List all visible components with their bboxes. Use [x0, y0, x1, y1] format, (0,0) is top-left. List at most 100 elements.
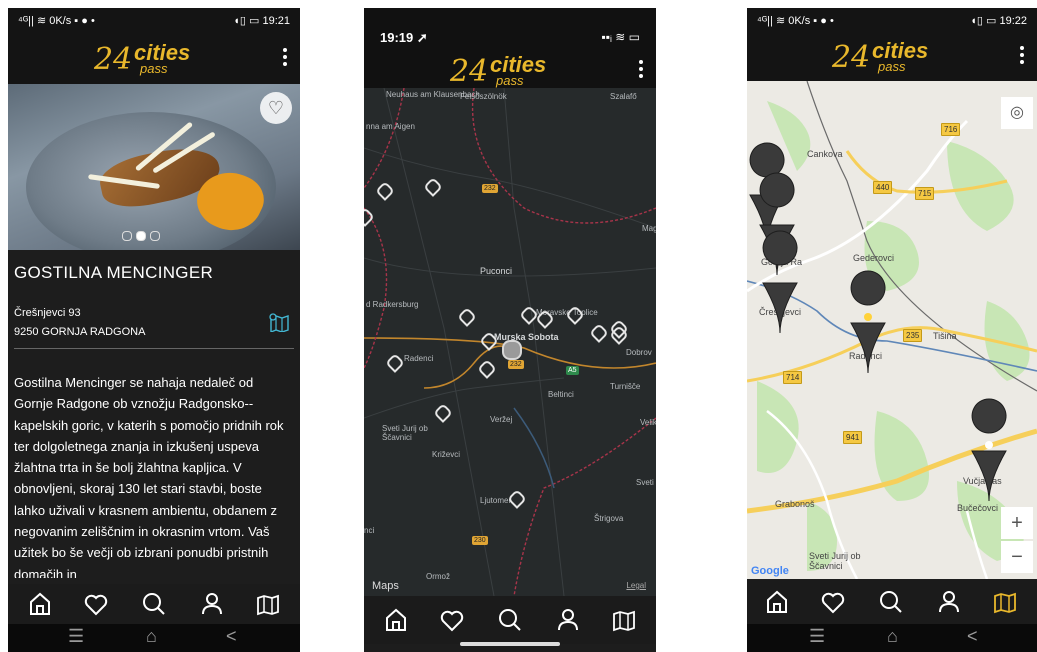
place-label: Dobrov [626, 348, 652, 357]
logo-24cities-pass[interactable]: 24 cities pass [832, 36, 952, 78]
app-bar: 24 cities pass [8, 32, 300, 84]
status-left: ⁴ᴳ|| ≋ 0K/s ▪ ● • [757, 15, 834, 27]
map-marker-pin [762, 230, 798, 334]
android-nav-bar: ☰ ⌂ < [747, 624, 1037, 652]
more-menu-icon[interactable] [638, 58, 644, 80]
logo-pass: pass [878, 59, 906, 74]
tab-map-icon[interactable] [248, 584, 288, 624]
logo-24cities-pass[interactable]: 24 cities pass [450, 50, 570, 92]
tab-search-icon[interactable] [490, 600, 530, 640]
tab-map-icon-active[interactable] [985, 582, 1025, 622]
tab-profile-icon[interactable] [929, 582, 969, 622]
place-label: Veržej [490, 415, 513, 424]
map-marker-pin [971, 398, 1007, 502]
logo-number: 24 [94, 42, 133, 77]
favorite-heart-icon[interactable]: ♡ [260, 92, 292, 124]
divider [14, 348, 294, 349]
status-left: ⁴ᴳ|| ≋ 0K/s ▪ ● • [18, 15, 95, 27]
place-label: Beltinci [548, 390, 574, 399]
place-label: Felsőszölnök [460, 92, 507, 101]
home-indicator[interactable] [460, 642, 560, 646]
logo-number: 24 [832, 40, 871, 75]
place-label: Štrigova [594, 514, 624, 523]
tab-home-icon[interactable] [20, 584, 60, 624]
address-street: Črešnjevci 93 [14, 307, 81, 319]
apple-maps-attribution: Maps [372, 580, 399, 592]
address-city: 9250 GORNJA RADGONA [14, 326, 146, 338]
status-bar: ⁴ᴳ|| ≋ 0K/s ▪ ● • ◖▯ ▭ 19:22 [747, 8, 1037, 32]
place-label: Velik [640, 418, 656, 427]
place-label: nci [364, 526, 375, 535]
place-label: nna am Aigen [366, 122, 415, 131]
status-right: ◖▯ ▭ 19:22 [970, 15, 1027, 27]
logo-24cities-pass[interactable]: 24 cities pass [94, 38, 214, 80]
legal-link[interactable]: Legal [626, 581, 646, 590]
place-label: Puconci [480, 266, 513, 276]
show-on-map-icon[interactable] [268, 312, 290, 332]
tab-favorites-icon[interactable] [813, 582, 853, 622]
place-label: Ljutomer [480, 496, 512, 505]
nav-back-button[interactable]: < [967, 626, 978, 647]
logo-pass: pass [140, 61, 168, 76]
logo-pass: pass [496, 73, 524, 88]
bottom-tab-bar [747, 580, 1037, 624]
place-label: Murska Sobota [494, 332, 559, 342]
tab-home-icon[interactable] [376, 600, 416, 640]
road-shield: 230 [472, 536, 488, 545]
map-view[interactable]: Neuhaus am Klausenbach Felsőszölnök Szal… [364, 88, 656, 596]
restaurant-title: GOSTILNA MENCINGER [14, 263, 214, 282]
zoom-in-button[interactable]: + [1001, 507, 1033, 539]
logo-number: 24 [450, 54, 489, 89]
nav-menu-button[interactable]: ☰ [68, 626, 84, 647]
android-nav-bar: ☰ ⌂ < [8, 624, 300, 652]
more-menu-icon[interactable] [1019, 44, 1025, 66]
carousel-dot[interactable] [150, 231, 160, 241]
place-label: Križevci [432, 450, 461, 459]
status-right: ◖▯ ▭ 19:21 [233, 15, 290, 27]
bottom-tab-bar [364, 596, 656, 644]
my-location-button[interactable]: ◎ [1001, 97, 1033, 129]
nav-back-button[interactable]: < [226, 626, 237, 647]
nav-menu-button[interactable]: ☰ [809, 626, 825, 647]
tab-map-icon[interactable] [604, 600, 644, 640]
place-label: Sveti Jurij ob Ščavnici [382, 424, 428, 442]
road-shield: A5 [566, 366, 579, 375]
tab-profile-icon[interactable] [192, 584, 232, 624]
place-label: Turnišče [610, 382, 641, 391]
place-label: d Radkersburg [366, 300, 419, 309]
carousel-dot[interactable] [122, 231, 132, 241]
tab-search-icon[interactable] [871, 582, 911, 622]
carousel-dot-active[interactable] [136, 231, 146, 241]
carousel-dots [120, 228, 162, 246]
place-label: Ormož [426, 572, 450, 581]
phone-restaurant-detail: ⁴ᴳ|| ≋ 0K/s ▪ ● • ◖▯ ▭ 19:21 24 cities p… [8, 8, 300, 652]
zoom-out-button[interactable]: − [1001, 541, 1033, 573]
status-bar: ⁴ᴳ|| ≋ 0K/s ▪ ● • ◖▯ ▭ 19:21 [8, 8, 300, 32]
tab-favorites-icon[interactable] [432, 600, 472, 640]
road-shield: 232 [482, 184, 498, 193]
current-location-dot [502, 340, 522, 360]
restaurant-photo[interactable]: ♡ [8, 84, 300, 250]
road-shield: 232 [508, 360, 524, 369]
phone-light-map: ⁴ᴳ|| ≋ 0K/s ▪ ● • ◖▯ ▭ 19:22 24 cities p… [747, 8, 1037, 652]
tab-search-icon[interactable] [134, 584, 174, 624]
app-bar: 24 cities pass [747, 30, 1037, 82]
place-label: Magy [642, 224, 656, 233]
place-label: Szalafő [610, 92, 637, 101]
google-attribution: Google [751, 565, 789, 577]
status-right: ▪▪ᵢ ≋ ▭ [601, 30, 640, 44]
tab-favorites-icon[interactable] [76, 584, 116, 624]
place-label: Radenci [404, 354, 434, 363]
tab-home-icon[interactable] [757, 582, 797, 622]
map-view[interactable]: Cankova Gornja Ra Gederovci Črešnjevci R… [747, 81, 1037, 579]
tab-profile-icon[interactable] [548, 600, 588, 640]
more-menu-icon[interactable] [282, 46, 288, 68]
bottom-tab-bar [8, 584, 300, 624]
restaurant-description: Gostilna Mencinger se nahaja nedaleč od … [14, 375, 284, 578]
nav-home-button[interactable]: ⌂ [146, 626, 157, 647]
place-label: Sveti Ma [636, 478, 656, 487]
app-bar: 24 cities pass [364, 44, 656, 90]
map-marker-pin [850, 270, 886, 374]
phone-dark-map: 19:19 ➚ ▪▪ᵢ ≋ ▭ 24 cities pass Neuhaus a… [364, 8, 656, 652]
nav-home-button[interactable]: ⌂ [887, 626, 898, 647]
